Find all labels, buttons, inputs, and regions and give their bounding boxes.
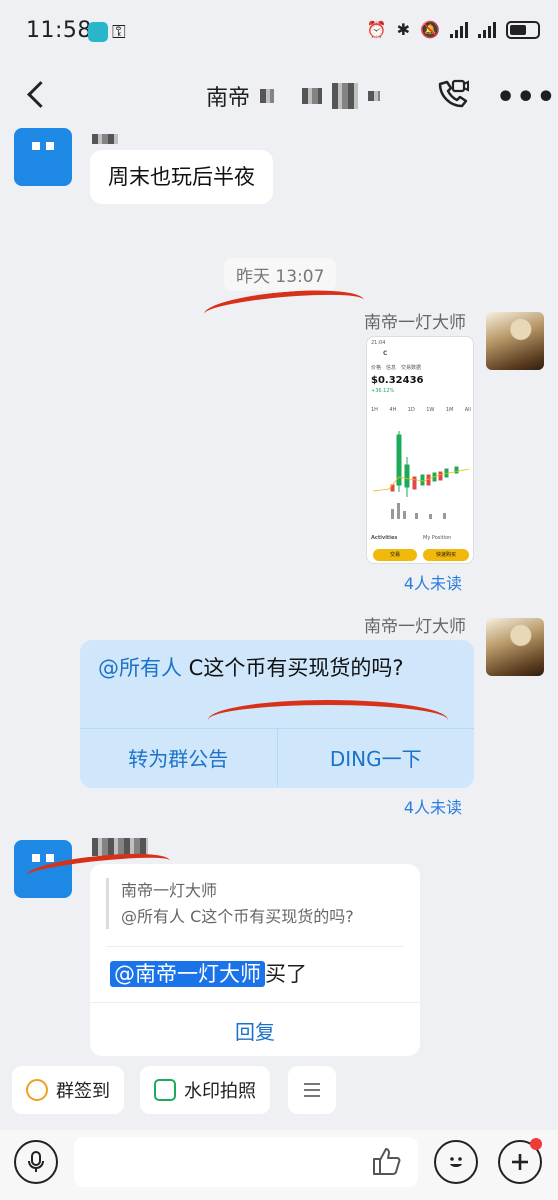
signal-icon <box>450 21 468 38</box>
reply-message[interactable]: 南帝一灯大师 @所有人 C这个币有买现货的吗? @南帝一灯大师 买了 回复 <box>90 864 420 1056</box>
unread-count[interactable]: 4人未读 <box>404 794 462 818</box>
key-icon: ⚿ <box>112 22 126 43</box>
bluetooth-icon: ✱ <box>396 20 411 39</box>
redacted-mosaic <box>302 88 323 104</box>
shot-tab: 交易数据 <box>401 365 422 371</box>
menu-icon[interactable] <box>288 1066 336 1114</box>
battery-icon <box>506 20 540 39</box>
camera-icon <box>154 1079 176 1101</box>
shot-interval: All <box>464 407 471 413</box>
quoted-message[interactable]: 南帝一灯大师 @所有人 C这个币有买现货的吗? <box>106 878 404 930</box>
quote-text: @所有人 C这个币有买现货的吗? <box>121 906 354 926</box>
watermark-label: 水印拍照 <box>184 1081 256 1102</box>
shot-interval: 1D <box>407 407 415 413</box>
shot-status-time: 21:04 <box>371 340 386 346</box>
reply-text: @南帝一灯大师 买了 <box>110 958 307 988</box>
red-annotation <box>202 285 366 329</box>
message-input[interactable] <box>74 1137 418 1187</box>
sender-name: 南帝一灯大师 <box>364 313 466 333</box>
person-icon <box>26 1079 48 1101</box>
shot-interval: 1W <box>426 407 435 413</box>
reply-button[interactable]: 回复 <box>90 1016 420 1045</box>
redacted-sender-name <box>92 134 118 144</box>
shot-interval: 4H <box>389 407 397 413</box>
redacted-mosaic <box>260 89 275 103</box>
notification-dot <box>530 1138 542 1150</box>
shot-coin-name: C <box>383 350 388 357</box>
alarm-icon: ⏰ <box>366 20 387 39</box>
shot-trade-button: 交易 <box>373 549 417 561</box>
microphone-icon[interactable] <box>14 1140 58 1184</box>
quote-sender: 南帝一灯大师 <box>121 881 218 900</box>
candlestick-chart <box>372 431 470 519</box>
checkin-button[interactable]: 群签到 <box>12 1066 124 1114</box>
shot-activities: Activities <box>371 535 398 541</box>
unread-count[interactable]: 4人未读 <box>404 570 462 594</box>
back-button[interactable] <box>18 76 54 112</box>
chat-title: 南帝 <box>206 80 381 112</box>
mention[interactable]: @南帝一灯大师 <box>110 961 265 987</box>
redacted-mosaic <box>368 91 381 101</box>
mention[interactable]: @所有人 <box>98 656 182 680</box>
emoji-icon[interactable] <box>434 1140 478 1184</box>
page-title: 南帝 <box>206 86 251 111</box>
message-timestamp: 昨天 13:07 <box>224 258 337 291</box>
status-icons: ⏰ ✱ 🔕 <box>367 20 540 39</box>
shot-tab: 价格 <box>371 365 382 371</box>
message-body: C这个币有买现货的吗? <box>182 656 404 680</box>
shot-position: My Position <box>423 535 452 541</box>
red-annotation <box>208 700 448 740</box>
avatar[interactable] <box>14 128 72 186</box>
status-time: 11:58 <box>26 18 92 43</box>
thumbs-up-icon[interactable] <box>370 1146 402 1180</box>
shot-price: $0.32436 <box>371 375 424 386</box>
shot-interval: 1M <box>445 407 454 413</box>
convert-announcement-button[interactable]: 转为群公告 <box>80 729 277 786</box>
more-icon[interactable]: ••• <box>496 80 557 115</box>
video-call-icon[interactable] <box>436 78 470 118</box>
redacted-mosaic <box>332 83 359 109</box>
message-body: 买了 <box>265 962 307 986</box>
shot-buy-button: 快速购买 <box>423 549 469 561</box>
sender-name: 南帝一灯大师 <box>364 617 466 637</box>
watermark-camera-button[interactable]: 水印拍照 <box>140 1066 270 1114</box>
signal-icon <box>478 21 496 38</box>
shot-change: +36.12% <box>371 388 395 394</box>
shot-tab: 信息 <box>386 365 397 371</box>
shot-interval: 1H <box>371 407 378 413</box>
image-message[interactable]: 21:04 C 价格 信息 交易数据 $0.32436 +36.12% 1H 4… <box>366 336 474 564</box>
message-bubble[interactable]: 周末也玩后半夜 <box>90 150 273 205</box>
avatar[interactable] <box>486 312 544 370</box>
checkin-label: 群签到 <box>56 1081 110 1102</box>
avatar[interactable] <box>486 618 544 676</box>
mute-icon: 🔕 <box>420 20 440 39</box>
app-notification-icon <box>88 22 108 42</box>
